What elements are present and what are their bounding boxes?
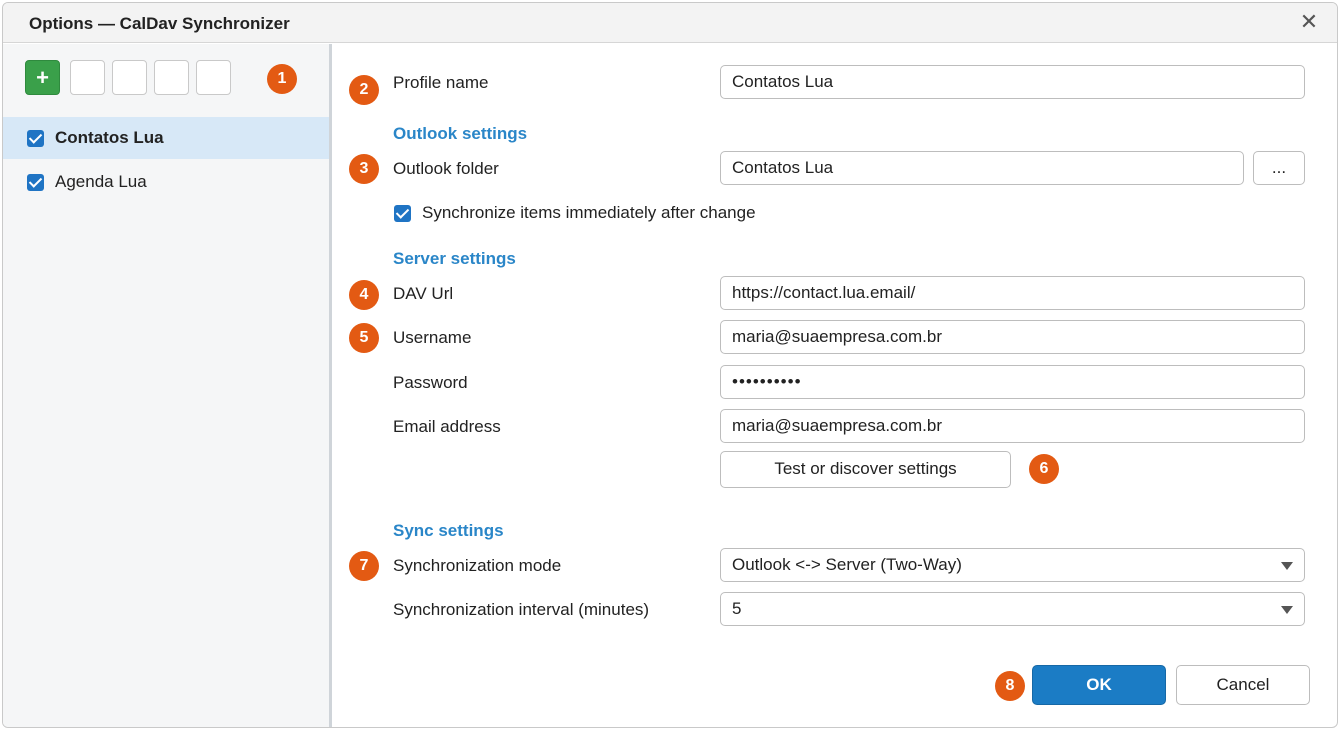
profile-checkbox[interactable]	[27, 129, 44, 147]
sync-mode-select[interactable]: Outlook <-> Server (Two-Way)	[720, 548, 1305, 582]
toolbar-button-3[interactable]	[112, 60, 147, 95]
profile-item-agenda-lua[interactable]: Agenda Lua	[3, 161, 329, 203]
dav-url-input[interactable]: https://contact.lua.email/	[720, 276, 1305, 310]
email-address-label: Email address	[393, 417, 501, 436]
profile-checkbox[interactable]	[27, 173, 44, 191]
toolbar-button-5[interactable]	[196, 60, 231, 95]
dav-url-label: DAV Url	[393, 284, 454, 303]
close-icon[interactable]: ✕	[1297, 11, 1321, 35]
browse-folder-button[interactable]: ...	[1253, 151, 1305, 185]
cancel-button[interactable]: Cancel	[1176, 665, 1310, 705]
username-input[interactable]: maria@suaempresa.com.br	[720, 320, 1305, 354]
title-bar: Options — CalDav Synchronizer ✕	[3, 3, 1337, 43]
server-settings-heading: Server settings	[393, 249, 516, 268]
ok-button[interactable]: OK	[1032, 665, 1166, 705]
window-title: Options — CalDav Synchronizer	[29, 14, 290, 33]
email-address-input[interactable]: maria@suaempresa.com.br	[720, 409, 1305, 443]
step-badge-1: 1	[267, 64, 297, 94]
options-dialog: Options — CalDav Synchronizer ✕ + 1 Cont…	[2, 2, 1338, 728]
add-profile-button[interactable]: +	[25, 60, 60, 95]
sync-mode-label: Synchronization mode	[393, 556, 562, 575]
username-label: Username	[393, 328, 472, 347]
outlook-settings-heading: Outlook settings	[393, 124, 528, 143]
sync-settings-heading: Sync settings	[393, 521, 504, 540]
sync-interval-label: Synchronization interval (minutes)	[393, 600, 650, 619]
sync-interval-select[interactable]: 5	[720, 592, 1305, 626]
test-discover-settings-button[interactable]: Test or discover settings	[720, 451, 1011, 488]
profile-item-label: Contatos Lua	[55, 128, 164, 147]
profile-item-label: Agenda Lua	[55, 172, 147, 191]
password-input[interactable]: ••••••••••	[720, 365, 1305, 399]
step-badge-4: 4	[349, 280, 379, 310]
profile-name-label: Profile name	[393, 73, 489, 92]
password-label: Password	[393, 373, 468, 392]
profile-name-input[interactable]: Contatos Lua	[720, 65, 1305, 99]
step-badge-2: 2	[349, 75, 379, 105]
sync-immediately-checkbox[interactable]	[394, 204, 411, 222]
toolbar-button-4[interactable]	[154, 60, 189, 95]
step-badge-3: 3	[349, 154, 379, 184]
step-badge-7: 7	[349, 551, 379, 581]
step-badge-5: 5	[349, 323, 379, 353]
step-badge-6: 6	[1029, 454, 1059, 484]
step-badge-8: 8	[995, 671, 1025, 701]
sync-interval-value: 5	[732, 599, 742, 618]
profile-item-contatos-lua[interactable]: Contatos Lua	[3, 117, 329, 159]
sync-immediately-label: Synchronize items immediately after chan…	[422, 203, 756, 222]
outlook-folder-label: Outlook folder	[393, 159, 499, 178]
profiles-sidebar: + 1 Contatos Lua Agenda Lua	[3, 44, 332, 727]
outlook-folder-input[interactable]: Contatos Lua	[720, 151, 1244, 185]
sync-mode-value: Outlook <-> Server (Two-Way)	[732, 555, 962, 574]
sync-immediately-option[interactable]: Synchronize items immediately after chan…	[394, 203, 756, 223]
toolbar-button-2[interactable]	[70, 60, 105, 95]
